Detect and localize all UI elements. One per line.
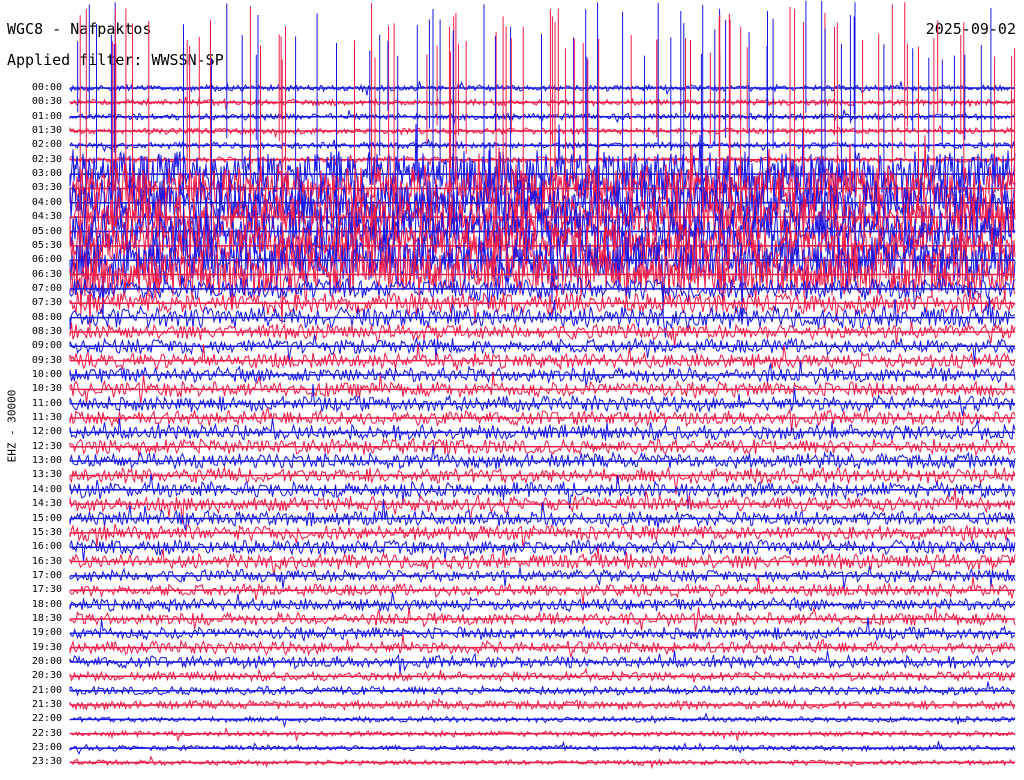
seismic-trace — [69, 634, 1016, 658]
seismic-trace — [69, 727, 1016, 743]
seismic-trace — [69, 681, 1016, 697]
seismic-trace — [69, 592, 1016, 613]
seismogram-plot — [69, 0, 1016, 770]
seismic-trace — [69, 361, 1016, 388]
seismic-trace — [69, 566, 1016, 589]
seismic-trace — [69, 437, 1016, 457]
seismic-trace — [69, 445, 1016, 471]
